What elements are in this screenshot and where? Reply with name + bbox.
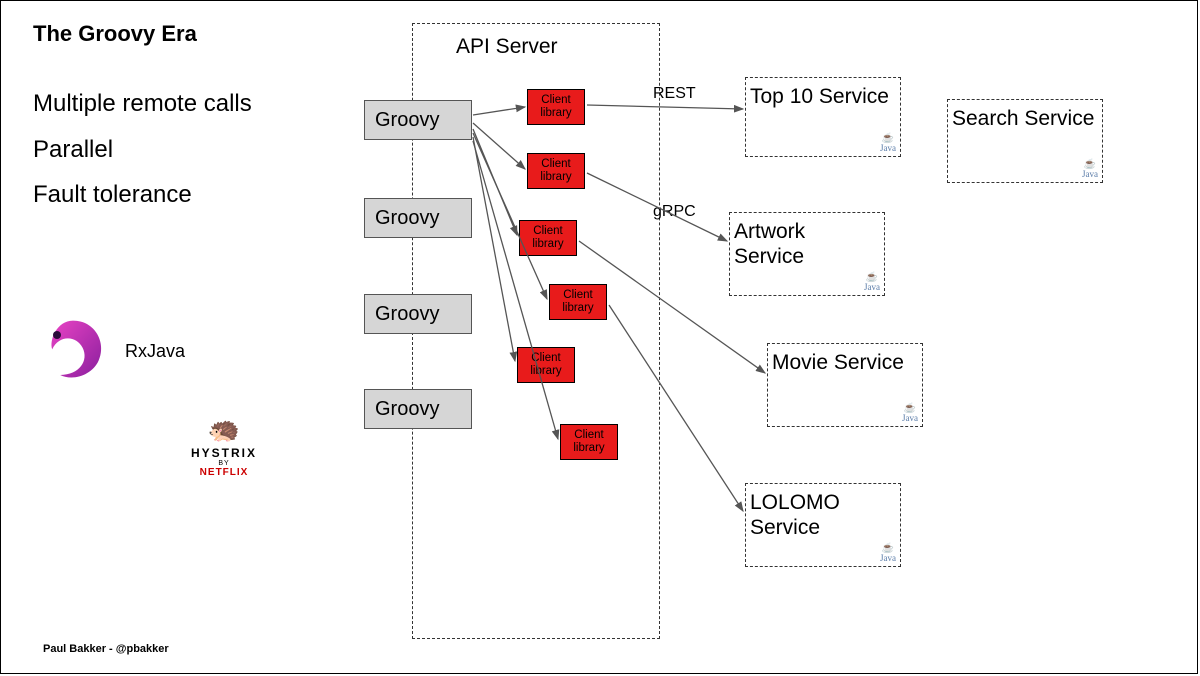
service-movie: Movie Service Java (767, 343, 923, 427)
hystrix-by: BY (191, 460, 257, 467)
client-library-box-1: Client library (527, 89, 585, 125)
client-library-box-5: Client library (517, 347, 575, 383)
groovy-box-1: Groovy (364, 100, 472, 140)
java-icon: Java (902, 403, 918, 424)
client-library-box-3: Client library (519, 220, 577, 256)
hystrix-name: HYSTRIX (191, 446, 257, 460)
client-library-box-4: Client library (549, 284, 607, 320)
hystrix-icon: 🦔 (191, 416, 257, 442)
service-artwork: Artwork Service Java (729, 212, 885, 296)
slide-root: The Groovy Era Multiple remote calls Par… (0, 0, 1198, 674)
rxjava-block: RxJava (33, 311, 185, 391)
bullet-item: Parallel (33, 127, 252, 173)
bullet-item: Multiple remote calls (33, 81, 252, 127)
service-search: Search Service Java (947, 99, 1103, 183)
protocol-grpc-label: gRPC (653, 203, 696, 221)
hystrix-brand: NETFLIX (191, 467, 257, 478)
api-server-label: API Server (456, 35, 558, 59)
rxjava-label: RxJava (125, 341, 185, 362)
groovy-box-4: Groovy (364, 389, 472, 429)
rxjava-icon (33, 311, 113, 391)
java-icon: Java (880, 543, 896, 564)
groovy-box-3: Groovy (364, 294, 472, 334)
client-library-box-6: Client library (560, 424, 618, 460)
bullet-list: Multiple remote calls Parallel Fault tol… (33, 81, 252, 218)
service-top10: Top 10 Service Java (745, 77, 901, 157)
protocol-rest-label: REST (653, 85, 696, 103)
slide-footer: Paul Bakker - @pbakker (43, 643, 169, 655)
client-library-box-2: Client library (527, 153, 585, 189)
service-lolomo: LOLOMO Service Java (745, 483, 901, 567)
java-icon: Java (880, 133, 896, 154)
groovy-box-2: Groovy (364, 198, 472, 238)
java-icon: Java (1082, 159, 1098, 180)
java-icon: Java (864, 272, 880, 293)
bullet-item: Fault tolerance (33, 172, 252, 218)
slide-title: The Groovy Era (33, 21, 197, 47)
hystrix-block: 🦔 HYSTRIX BY NETFLIX (191, 416, 257, 478)
